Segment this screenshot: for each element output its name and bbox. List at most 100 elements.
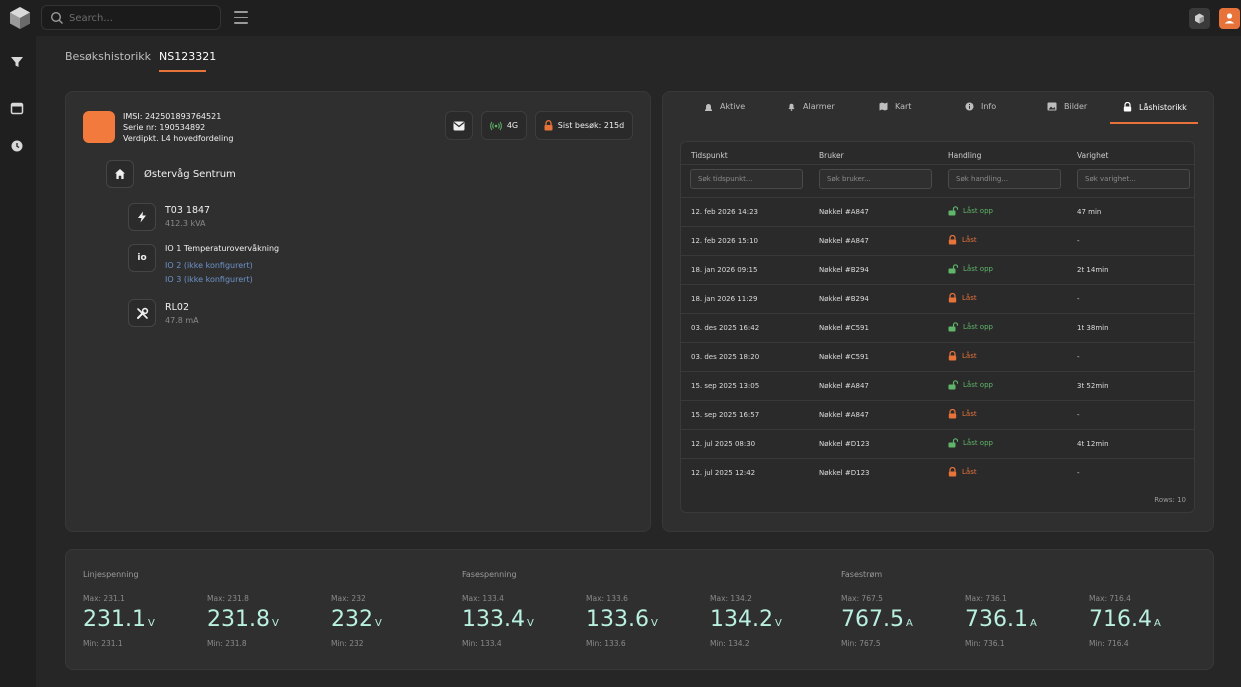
action-label: Låst (962, 294, 977, 302)
filter-bruker[interactable] (819, 169, 932, 189)
lock-icon (948, 409, 957, 419)
tab-besokshistorikk[interactable]: Besøkshistorikk (65, 50, 151, 63)
tab-ns123321[interactable]: NS123321 (159, 50, 216, 63)
cell-duration: - (1077, 353, 1080, 361)
table-row[interactable]: 03. des 2025 18:20 Nøkkel #C591 Låst - (681, 342, 1194, 371)
home-button[interactable] (106, 160, 134, 188)
top-bar (0, 0, 1241, 36)
transformer-sub: 412.3 kVA (165, 219, 206, 228)
metric-number: 133.4 (462, 607, 525, 632)
tab-kart[interactable]: Kart (879, 102, 911, 111)
table-row[interactable]: 12. feb 2026 15:10 Nøkkel #A847 Låst - (681, 226, 1194, 255)
metric-unit: A (1153, 618, 1161, 629)
metric-max: Max: 767.5 (841, 594, 883, 603)
metric-number: 736.1 (965, 607, 1028, 632)
bolt-icon (138, 211, 146, 223)
cell-duration: - (1077, 411, 1080, 419)
message-button[interactable] (445, 111, 473, 140)
relay-item[interactable] (128, 299, 156, 327)
filter-icon[interactable] (9, 54, 25, 70)
header-tidspunkt[interactable]: Tidspunkt (691, 151, 728, 160)
filter-varighet[interactable] (1077, 169, 1190, 189)
cube-logo-icon[interactable] (8, 6, 32, 30)
table-row[interactable]: 15. sep 2025 16:57 Nøkkel #A847 Låst - (681, 400, 1194, 429)
device-info: IMSI: 242501893764521 Serie nr: 19053489… (123, 111, 233, 144)
clock-icon[interactable] (9, 138, 25, 154)
metric-value: 133.4 V (462, 607, 534, 632)
cell-action: Låst (948, 293, 977, 303)
metric-group-fasespenning: Fasespenning (462, 570, 517, 579)
metric-value: 232 V (331, 607, 382, 632)
table-row[interactable]: 18. jan 2026 09:15 Nøkkel #B294 Låst opp 2t… (681, 255, 1194, 284)
cell-action: Låst (948, 235, 977, 245)
device-panel: IMSI: 242501893764521 Serie nr: 19053489… (65, 91, 651, 532)
tab-info[interactable]: Info (965, 102, 996, 111)
search-input[interactable] (69, 9, 214, 27)
tab-bilder[interactable]: Bilder (1047, 102, 1087, 111)
cell-user: Nøkkel #D123 (819, 440, 870, 448)
metric-unit: V (271, 618, 279, 629)
header-handling[interactable]: Handling (948, 151, 981, 160)
map-icon (879, 102, 888, 111)
unlock-icon (948, 206, 958, 216)
unlock-icon (948, 264, 958, 274)
cell-action: Låst (948, 409, 977, 419)
menu-icon[interactable] (234, 11, 248, 24)
io-2-link[interactable]: IO 2 (ikke konfigurert) (165, 261, 253, 270)
user-button[interactable] (1219, 8, 1240, 29)
table-row[interactable]: 15. sep 2025 13:05 Nøkkel #A847 Låst opp 3t… (681, 371, 1194, 400)
active-tab-indicator (1110, 122, 1198, 124)
table-row[interactable]: 18. jan 2026 11:29 Nøkkel #B294 Låst - (681, 284, 1194, 313)
unlock-icon (948, 438, 958, 448)
cell-user: Nøkkel #B294 (819, 266, 869, 274)
cell-user: Nøkkel #C591 (819, 324, 869, 332)
cell-duration: 2t 14min (1077, 266, 1109, 274)
io-3-link[interactable]: IO 3 (ikke konfigurert) (165, 275, 253, 284)
transformer-item[interactable] (128, 203, 156, 231)
imsi-label: IMSI: 242501893764521 (123, 112, 222, 121)
cell-user: Nøkkel #A847 (819, 382, 869, 390)
cell-time: 15. sep 2025 16:57 (691, 411, 760, 419)
cell-time: 18. jan 2026 09:15 (691, 266, 758, 274)
lock-icon (948, 235, 957, 245)
io-icon[interactable]: io (128, 244, 156, 272)
device-avatar (83, 111, 115, 143)
metric-value: 767.5 A (841, 607, 913, 632)
metric-max: Max: 736.1 (965, 594, 1007, 603)
filter-handling[interactable] (948, 169, 1061, 189)
divider (681, 164, 1194, 165)
action-label: Låst opp (963, 323, 993, 331)
side-rail (0, 36, 36, 687)
location-name: Østervåg Sentrum (144, 169, 236, 180)
metric-min: Min: 232 (331, 639, 364, 648)
header-varighet[interactable]: Varighet (1077, 151, 1108, 160)
tab-aktive[interactable]: Aktive (704, 102, 745, 111)
cell-duration: 3t 52min (1077, 382, 1109, 390)
header-bruker[interactable]: Bruker (819, 151, 844, 160)
cell-action: Låst opp (948, 380, 993, 390)
calendar-icon[interactable] (9, 100, 25, 116)
table-row[interactable]: 03. des 2025 16:42 Nøkkel #C591 Låst opp 1t… (681, 313, 1194, 342)
metric-max: Max: 231.8 (207, 594, 249, 603)
table-row[interactable]: 12. jul 2025 08:30 Nøkkel #D123 Låst opp 4t… (681, 429, 1194, 458)
search-box[interactable] (41, 5, 221, 30)
filter-tidspunkt[interactable] (690, 169, 803, 189)
cell-time: 12. feb 2026 14:23 (691, 208, 759, 216)
metric-unit: A (905, 618, 913, 629)
cell-time: 12. feb 2026 15:10 (691, 237, 759, 245)
metric-unit: A (1029, 618, 1037, 629)
unlock-icon (948, 380, 958, 390)
tools-icon (136, 307, 148, 319)
cell-time: 03. des 2025 18:20 (691, 353, 760, 361)
search-icon (50, 11, 63, 24)
cube-button[interactable] (1189, 8, 1210, 29)
table-row[interactable]: 12. feb 2026 14:23 Nøkkel #A847 Låst opp 47… (681, 197, 1194, 226)
tab-alarmer[interactable]: Alarmer (787, 102, 835, 111)
cell-duration: 4t 12min (1077, 440, 1109, 448)
tab-laashistorikk[interactable]: Låshistorikk (1123, 102, 1187, 112)
user-icon (1224, 13, 1235, 24)
table-row[interactable]: 12. jul 2025 12:42 Nøkkel #D123 Låst - (681, 458, 1194, 487)
relay-sub: 47.8 mA (165, 316, 199, 325)
metric-min: Min: 231.8 (207, 639, 247, 648)
metric-number: 134.2 (710, 607, 773, 632)
